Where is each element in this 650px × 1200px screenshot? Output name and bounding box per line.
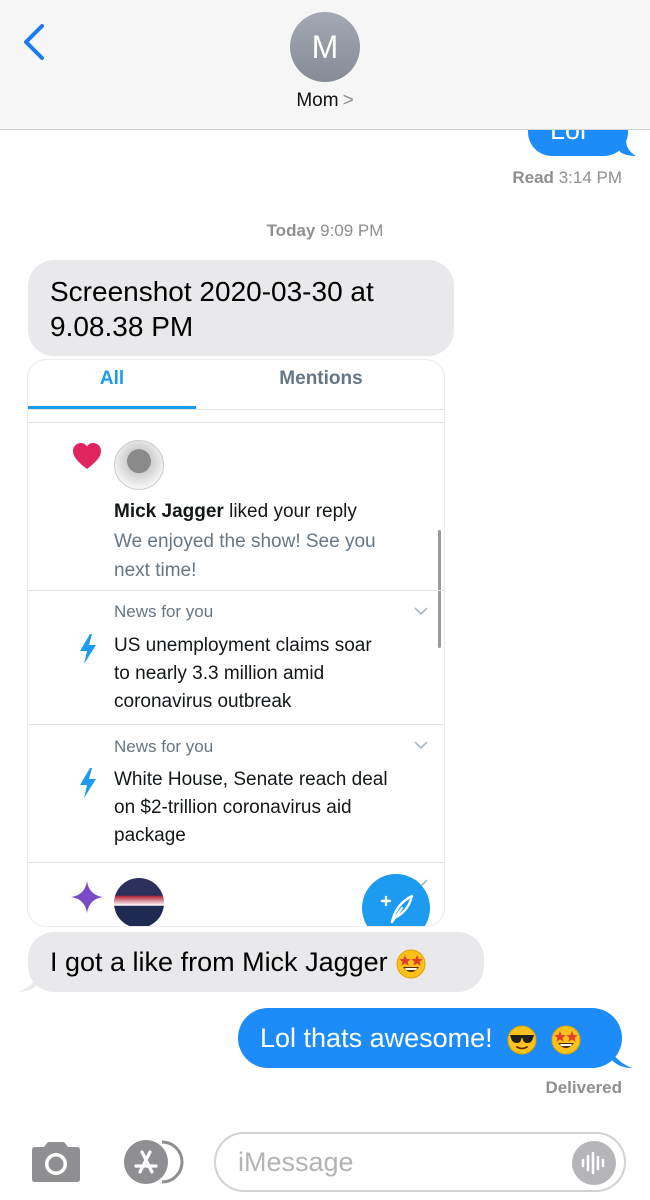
divider [28, 590, 444, 591]
compose-tweet-icon [380, 894, 414, 924]
sent-message-bubble[interactable]: Lol thats awesome! [238, 1008, 622, 1068]
divider [28, 724, 444, 725]
audio-message-button[interactable] [572, 1141, 616, 1185]
bubble-tail [610, 1044, 632, 1068]
attachment-name-bubble[interactable]: Screenshot 2020-03-30 at 9.08.38 PM [28, 260, 454, 356]
input-placeholder: iMessage [238, 1147, 354, 1177]
app-store-icon[interactable] [120, 1138, 184, 1186]
time-divider: Today 9:09 PM [0, 221, 650, 241]
attachment-name-line1: Screenshot 2020-03-30 at [50, 276, 374, 307]
lightning-icon [80, 768, 96, 798]
star-struck-emoji [551, 1025, 581, 1055]
conversation-header: M Mom > [0, 0, 650, 130]
news-headline-line: package [114, 825, 186, 846]
divider-time: 9:09 PM [320, 221, 384, 240]
liked-reply-line2: next time! [114, 560, 197, 581]
news-headline-line: coronavirus outbreak [114, 691, 292, 712]
delivered-status: Delivered [545, 1078, 622, 1097]
user-avatar [114, 878, 164, 926]
contact-name: Mom [296, 90, 339, 111]
news-headline-line: on $2-trillion coronavirus aid [114, 797, 352, 818]
audio-waveform-icon [581, 1151, 605, 1175]
back-chevron-icon[interactable] [18, 22, 52, 62]
bubble-tail [18, 968, 40, 992]
tab-all: All [99, 368, 125, 389]
contact-chevron: > [342, 90, 354, 111]
read-time: 3:14 PM [558, 168, 622, 187]
news-headline: White House, Senate reach deal on $2-tri… [114, 766, 434, 850]
like-user: Mick Jagger [114, 501, 224, 522]
news-label: News for you [114, 602, 214, 621]
news-headline-line: White House, Senate reach deal [114, 769, 388, 790]
chevron-down-icon [414, 741, 428, 750]
like-action: liked your reply [229, 501, 357, 522]
received-message-text: I got a like from Mick Jagger [50, 947, 388, 977]
bubble-tail [616, 140, 636, 156]
news-headline-line: US unemployment claims soar [114, 635, 372, 656]
news-label: News for you [114, 737, 214, 756]
read-label: Read [512, 168, 554, 187]
attachment-name-line2: 9.08.38 PM [50, 311, 194, 342]
star-struck-emoji [396, 949, 426, 979]
like-notification-text: Mick Jagger liked your reply [114, 498, 357, 526]
chevron-down-icon [414, 607, 428, 616]
notification-tabs: All Mentions [28, 360, 444, 410]
screenshot-attachment[interactable]: All Mentions Mick Jagger liked your repl… [28, 360, 444, 926]
sparkle-icon [71, 881, 103, 913]
scrollbar [438, 530, 441, 648]
received-message-bubble[interactable]: I got a like from Mick Jagger [28, 932, 484, 992]
contact-name-button[interactable]: Mom > [0, 90, 650, 112]
divider [28, 862, 444, 863]
tab-mentions: Mentions [279, 368, 363, 389]
read-receipt: Read 3:14 PM [512, 168, 622, 188]
news-headline-line: to nearly 3.3 million amid [114, 663, 325, 684]
sent-message-text: Lol thats awesome! [260, 1023, 493, 1053]
contact-avatar[interactable]: M [290, 12, 360, 82]
divider-day: Today [266, 221, 316, 240]
avatar-initial: M [311, 28, 339, 65]
compose-tweet-button [362, 874, 430, 926]
lightning-icon [80, 634, 96, 664]
active-tab-underline [28, 406, 196, 409]
mick-jagger-avatar [114, 440, 164, 490]
camera-icon[interactable] [28, 1140, 84, 1184]
sunglasses-emoji [507, 1025, 537, 1055]
divider [28, 422, 444, 423]
imessage-input[interactable]: iMessage [214, 1132, 626, 1192]
heart-icon [73, 443, 101, 469]
liked-reply-line1: We enjoyed the show! See you [114, 531, 376, 552]
news-headline: US unemployment claims soar to nearly 3.… [114, 632, 434, 716]
